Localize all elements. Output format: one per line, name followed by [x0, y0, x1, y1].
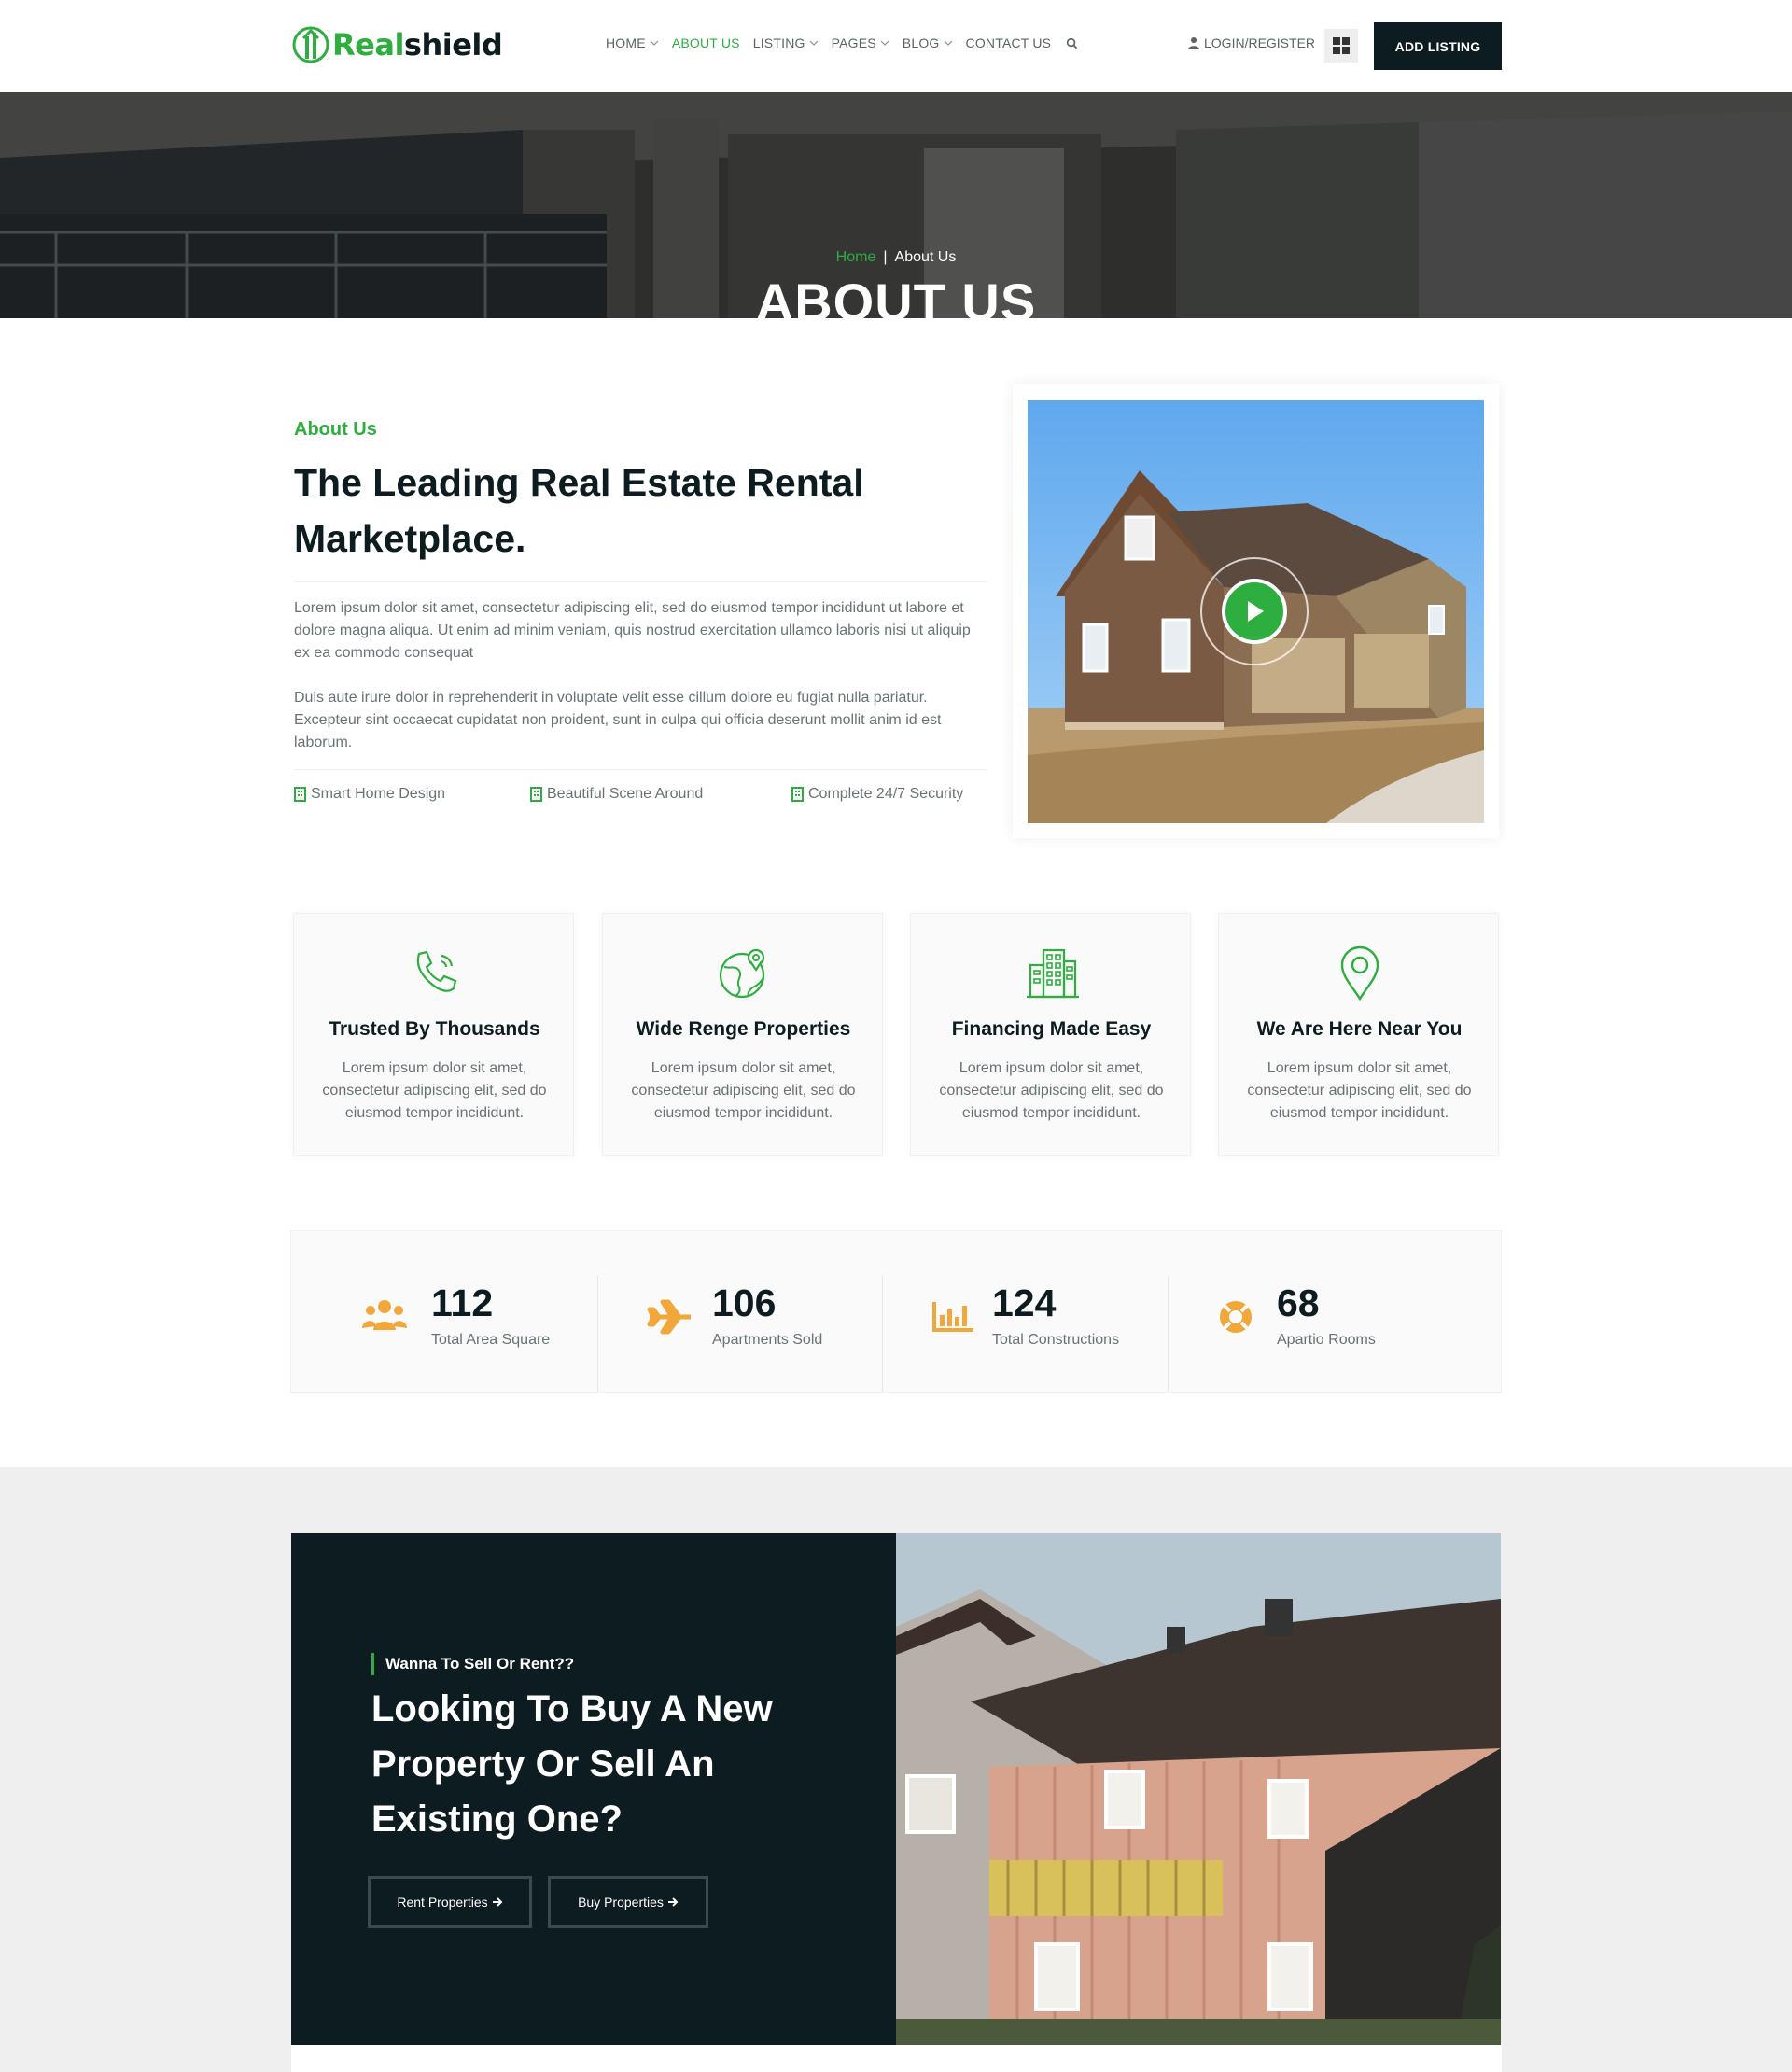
- about-paragraph-2: Duis aute irure dolor in reprehenderit i…: [294, 690, 942, 750]
- page-title: ABOUT US: [755, 273, 1037, 318]
- stat-label: Total Constructions: [992, 1332, 1120, 1348]
- phone-icon: [416, 950, 457, 992]
- section-title: The Leading Real Estate Rental Marketpla…: [294, 461, 864, 560]
- building-small-icon: [294, 787, 306, 802]
- page-banner: Home | About Us ABOUT US: [0, 92, 1792, 318]
- site-header: Realshield HOME ABOUT US LISTING PAGES B…: [0, 0, 1792, 92]
- user-icon: [1188, 37, 1199, 49]
- nav-blog[interactable]: BLOG: [903, 35, 953, 50]
- grid-icon: [1333, 37, 1350, 54]
- card-description: Lorem ipsum dolor sit amet, consectetur …: [631, 1060, 856, 1121]
- feature-card: We Are Here Near You Lorem ipsum dolor s…: [1218, 913, 1499, 1156]
- card-description: Lorem ipsum dolor sit amet, consectetur …: [1247, 1060, 1472, 1121]
- stats-bar: 112 Total Area Square 106 Apartments Sol…: [290, 1230, 1502, 1393]
- main-nav: HOME ABOUT US LISTING PAGES BLOG CONTACT…: [606, 35, 1078, 50]
- divider: [294, 769, 987, 770]
- building-icon: [1027, 948, 1079, 999]
- logo-text-dark: shield: [403, 27, 503, 63]
- nav-listing[interactable]: LISTING: [753, 35, 819, 50]
- breadcrumb-separator: |: [883, 249, 888, 265]
- map-pin-icon: [1340, 945, 1379, 1001]
- feature-card: Trusted By Thousands Lorem ipsum dolor s…: [293, 913, 574, 1156]
- stat-divider: [1168, 1276, 1169, 1392]
- bar-chart-icon: [932, 1302, 973, 1332]
- card-title: Trusted By Thousands: [329, 1018, 540, 1040]
- about-paragraph-1: Lorem ipsum dolor sit amet, consectetur …: [294, 600, 971, 661]
- logo-icon: [292, 26, 329, 63]
- stat-value: 106: [712, 1281, 777, 1324]
- section-label: About Us: [294, 419, 377, 440]
- buy-properties-button[interactable]: Buy Properties: [548, 1876, 708, 1928]
- life-ring-icon: [1220, 1301, 1252, 1333]
- plane-icon: [647, 1299, 691, 1335]
- nav-about-us[interactable]: ABOUT US: [672, 35, 740, 50]
- stat-label: Apartments Sold: [712, 1332, 823, 1348]
- stat-divider: [882, 1276, 883, 1392]
- nav-home[interactable]: HOME: [606, 35, 659, 50]
- breadcrumb: Home | About Us: [0, 249, 1792, 266]
- cta-subtitle: Wanna To Sell Or Rent??: [371, 1653, 574, 1675]
- stat-value: 112: [431, 1281, 494, 1324]
- grid-menu-button[interactable]: [1324, 29, 1358, 63]
- arrow-right-icon: [667, 1897, 679, 1907]
- chevron-down-icon: [809, 40, 819, 46]
- arrow-right-icon: [492, 1897, 503, 1907]
- chevron-down-icon: [880, 40, 889, 46]
- cta-bottom-strip: [291, 2045, 1502, 2072]
- breadcrumb-current: About Us: [894, 249, 957, 265]
- logo[interactable]: Realshield: [291, 25, 503, 64]
- stat-value: 68: [1277, 1281, 1320, 1324]
- card-title: Wide Renge Properties: [636, 1018, 851, 1040]
- stat-label: Apartio Rooms: [1277, 1332, 1376, 1348]
- search-icon[interactable]: [1066, 37, 1078, 49]
- building-small-icon: [530, 787, 542, 802]
- breadcrumb-home[interactable]: Home: [836, 249, 876, 265]
- play-icon: [1248, 601, 1264, 622]
- feature-item: Complete 24/7 Security: [791, 786, 963, 803]
- cta-house-image: [896, 1533, 1501, 2045]
- chevron-down-icon: [650, 40, 659, 46]
- logo-text-green: Real: [332, 27, 404, 63]
- nav-pages[interactable]: PAGES: [832, 35, 889, 50]
- divider: [294, 581, 987, 582]
- stat-value: 124: [992, 1281, 1057, 1324]
- users-icon: [362, 1300, 407, 1330]
- feature-item: Beautiful Scene Around: [530, 786, 703, 803]
- feature-card: Financing Made Easy Lorem ipsum dolor si…: [910, 913, 1191, 1156]
- login-register-link[interactable]: LOGIN/REGISTER: [1187, 35, 1315, 50]
- stat-label: Total Area Square: [431, 1332, 551, 1348]
- rent-properties-button[interactable]: Rent Properties: [368, 1876, 532, 1928]
- globe-icon: [719, 948, 765, 999]
- card-description: Lorem ipsum dolor sit amet, consectetur …: [939, 1060, 1164, 1121]
- card-description: Lorem ipsum dolor sit amet, consectetur …: [322, 1060, 547, 1121]
- play-video-button[interactable]: [1222, 579, 1287, 644]
- card-title: We Are Here Near You: [1256, 1018, 1463, 1040]
- feature-card: Wide Renge Properties Lorem ipsum dolor …: [602, 913, 883, 1156]
- add-listing-button[interactable]: ADD LISTING: [1374, 22, 1502, 70]
- stat-divider: [597, 1276, 598, 1392]
- chevron-down-icon: [944, 40, 952, 46]
- cta-title: Looking To Buy A New Property Or Sell An…: [371, 1688, 773, 1840]
- feature-item: Smart Home Design: [294, 786, 445, 803]
- building-small-icon: [791, 787, 804, 802]
- nav-contact-us[interactable]: CONTACT US: [966, 35, 1052, 50]
- card-title: Financing Made Easy: [951, 1018, 1152, 1040]
